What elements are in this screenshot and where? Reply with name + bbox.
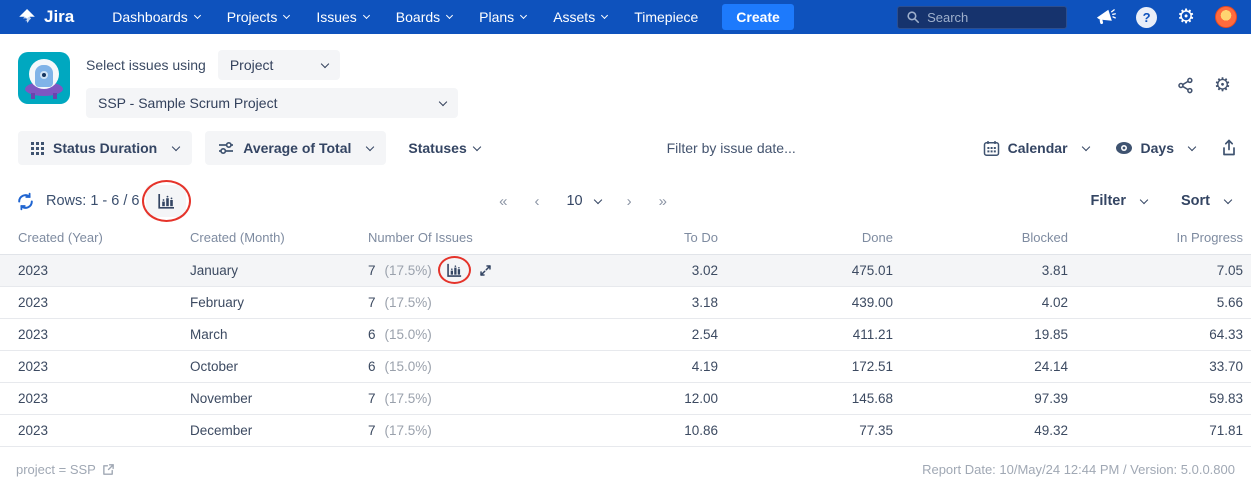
table-row[interactable]: 2023 February 7 (17.5%) 3.18 439.00 4.02 … <box>0 286 1251 319</box>
nav-item-assets[interactable]: Assets <box>553 9 609 25</box>
chevron-down-icon <box>446 11 454 20</box>
report-meta: Report Date: 10/May/24 12:44 PM / Versio… <box>922 461 1235 477</box>
last-page-button[interactable]: » <box>659 193 668 210</box>
chevron-down-icon <box>362 11 370 20</box>
nav-item-plans[interactable]: Plans <box>479 9 528 25</box>
issues-percent: (17.5%) <box>384 391 432 406</box>
report-header: Select issues using Project SSP - Sample… <box>0 34 1251 126</box>
chevron-down-icon <box>1081 142 1090 151</box>
issues-percent: (15.0%) <box>384 327 432 342</box>
export-icon <box>1221 139 1237 157</box>
issues-percent: (17.5%) <box>384 295 432 310</box>
chevron-down-icon <box>438 97 448 106</box>
search-box[interactable] <box>897 5 1068 29</box>
help-icon[interactable]: ? <box>1136 6 1158 28</box>
top-nav: Jira Dashboards Projects Issues Boards P… <box>0 0 1251 34</box>
table-row[interactable]: 2023 November 7 (17.5%) 12.00 145.68 97.3… <box>0 382 1251 415</box>
table-header-row: Created (Year) Created (Month) Number Of… <box>0 230 1251 255</box>
sliders-icon <box>218 140 234 156</box>
status-duration-table: Created (Year) Created (Month) Number Of… <box>0 230 1251 447</box>
user-avatar[interactable] <box>1215 6 1237 28</box>
jira-logo-icon <box>16 7 37 28</box>
issues-percent: (17.5%) <box>384 263 432 278</box>
first-page-button[interactable]: « <box>499 193 508 210</box>
nav-item-projects[interactable]: Projects <box>227 9 291 25</box>
announcement-icon[interactable] <box>1095 8 1116 26</box>
col-header-to-do[interactable]: To Do <box>543 230 718 255</box>
issues-percent: (17.5%) <box>384 423 432 438</box>
source-mode-dropdown[interactable]: Project <box>217 50 340 80</box>
chevron-down-icon <box>593 195 602 204</box>
col-header-created-month[interactable]: Created (Month) <box>190 230 368 255</box>
chevron-down-icon <box>601 11 609 20</box>
table-row[interactable]: 2023 December 7 (17.5%) 10.86 77.35 49.32… <box>0 414 1251 447</box>
brand-name: Jira <box>44 7 75 26</box>
table-controls-bar: Rows: 1 - 6 / 6 « ‹ 10 › » Filter Sort <box>0 180 1251 222</box>
chevron-down-icon <box>320 59 330 68</box>
chevron-down-icon <box>171 142 181 151</box>
sort-dropdown[interactable]: Sort <box>1181 193 1233 209</box>
col-header-in-progress[interactable]: In Progress <box>1068 230 1251 255</box>
pagination: « ‹ 10 › » <box>131 193 1035 210</box>
col-header-created-year[interactable]: Created (Year) <box>0 230 190 255</box>
search-input[interactable] <box>927 9 1048 25</box>
nav-icon-group: ? ⚙ <box>1095 6 1237 28</box>
eye-icon <box>1115 141 1133 155</box>
chevron-down-icon <box>193 11 201 20</box>
select-issues-label: Select issues using <box>86 57 206 73</box>
col-header-done[interactable]: Done <box>718 230 893 255</box>
share-icon[interactable] <box>1177 77 1194 94</box>
report-settings-gear-icon[interactable]: ⚙ <box>1214 76 1231 95</box>
grid-icon <box>31 141 44 155</box>
filter-dropdown[interactable]: Filter <box>1091 193 1149 209</box>
chevron-down-icon <box>366 142 375 151</box>
create-button[interactable]: Create <box>722 4 794 30</box>
col-header-number-of-issues[interactable]: Number Of Issues <box>368 230 543 255</box>
chevron-down-icon <box>1139 195 1149 204</box>
refresh-icon[interactable] <box>16 192 35 211</box>
jira-report-page: Jira Dashboards Projects Issues Boards P… <box>0 0 1251 492</box>
row-chart-icon[interactable] <box>437 256 471 284</box>
nav-item-dashboards[interactable]: Dashboards <box>112 9 201 25</box>
nav-item-issues[interactable]: Issues <box>316 9 370 25</box>
search-icon <box>906 10 920 24</box>
issue-date-filter[interactable]: Filter by issue date... <box>480 140 983 156</box>
chevron-down-icon <box>283 11 291 20</box>
chevron-down-icon <box>1187 142 1197 151</box>
header-actions: ⚙ <box>1177 76 1237 95</box>
jira-logo[interactable]: Jira <box>16 7 74 28</box>
issue-source-selectors: Select issues using Project SSP - Sample… <box>86 50 458 118</box>
issues-percent: (15.0%) <box>384 359 432 374</box>
unit-selector[interactable]: Days <box>1115 140 1197 156</box>
app-ufo-icon <box>18 52 70 104</box>
statuses-button[interactable]: Statuses <box>408 140 481 156</box>
export-button[interactable] <box>1221 139 1237 157</box>
table-row[interactable]: 2023 March 6 (15.0%) 2.54 411.21 19.85 64… <box>0 318 1251 351</box>
report-footer: project = SSP Report Date: 10/May/24 12:… <box>0 457 1251 481</box>
prev-page-button[interactable]: ‹ <box>534 193 540 210</box>
expand-icon[interactable] <box>479 264 492 277</box>
report-toolbar: Status Duration Average of Total Statuse… <box>0 130 1251 166</box>
calendar-selector[interactable]: Calendar <box>983 140 1090 157</box>
open-in-new-icon <box>102 463 115 476</box>
chevron-down-icon <box>1223 195 1233 204</box>
rows-count-label: Rows: 1 - 6 / 6 <box>46 193 140 209</box>
table-row[interactable]: 2023 October 6 (15.0%) 4.19 172.51 24.14 … <box>0 350 1251 383</box>
table-row[interactable]: 2023 January 7 (17.5%) 3.02 475.01 3.81 … <box>0 254 1251 287</box>
page-size-dropdown[interactable]: 10 <box>566 193 602 209</box>
report-type-button[interactable]: Status Duration <box>18 131 193 165</box>
aggregation-button[interactable]: Average of Total <box>205 131 387 165</box>
project-dropdown[interactable]: SSP - Sample Scrum Project <box>86 88 458 118</box>
col-header-blocked[interactable]: Blocked <box>893 230 1068 255</box>
settings-gear-icon[interactable]: ⚙ <box>1177 7 1195 27</box>
jql-link[interactable]: project = SSP <box>16 462 115 477</box>
nav-item-boards[interactable]: Boards <box>396 9 454 25</box>
next-page-button[interactable]: › <box>627 193 633 210</box>
calendar-icon <box>983 140 1000 157</box>
nav-menu: Dashboards Projects Issues Boards Plans … <box>112 9 698 25</box>
chevron-down-icon <box>520 11 528 20</box>
nav-item-timepiece[interactable]: Timepiece <box>634 9 698 25</box>
